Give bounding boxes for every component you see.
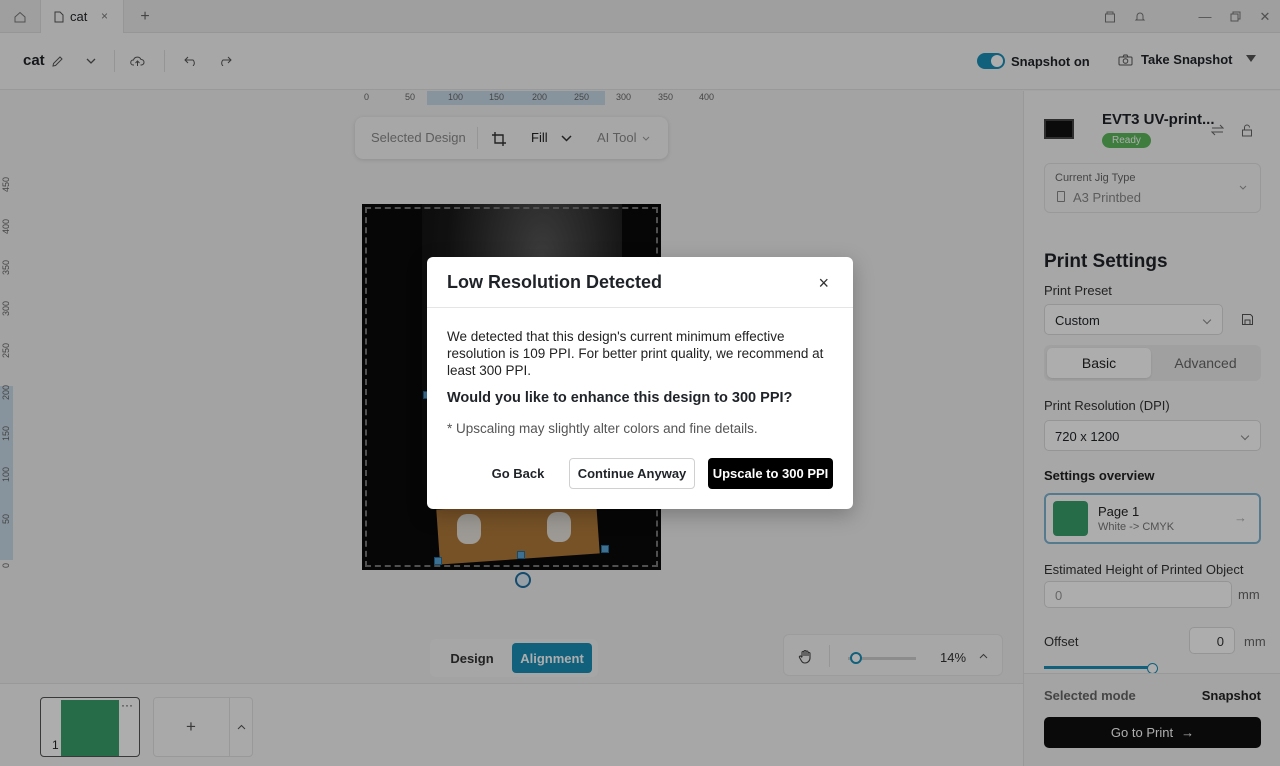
close-icon[interactable]: × [818,273,829,294]
divider [427,307,853,308]
dialog-question: Would you like to enhance this design to… [447,390,793,406]
low-resolution-dialog: Low Resolution Detected × We detected th… [427,257,853,509]
dialog-note: * Upscaling may slightly alter colors an… [447,421,758,436]
go-back-button[interactable]: Go Back [484,458,552,489]
dialog-message: We detected that this design's current m… [447,329,824,378]
dialog-title: Low Resolution Detected [447,272,663,292]
upscale-button[interactable]: Upscale to 300 PPI [708,458,833,489]
continue-anyway-button[interactable]: Continue Anyway [569,458,695,489]
